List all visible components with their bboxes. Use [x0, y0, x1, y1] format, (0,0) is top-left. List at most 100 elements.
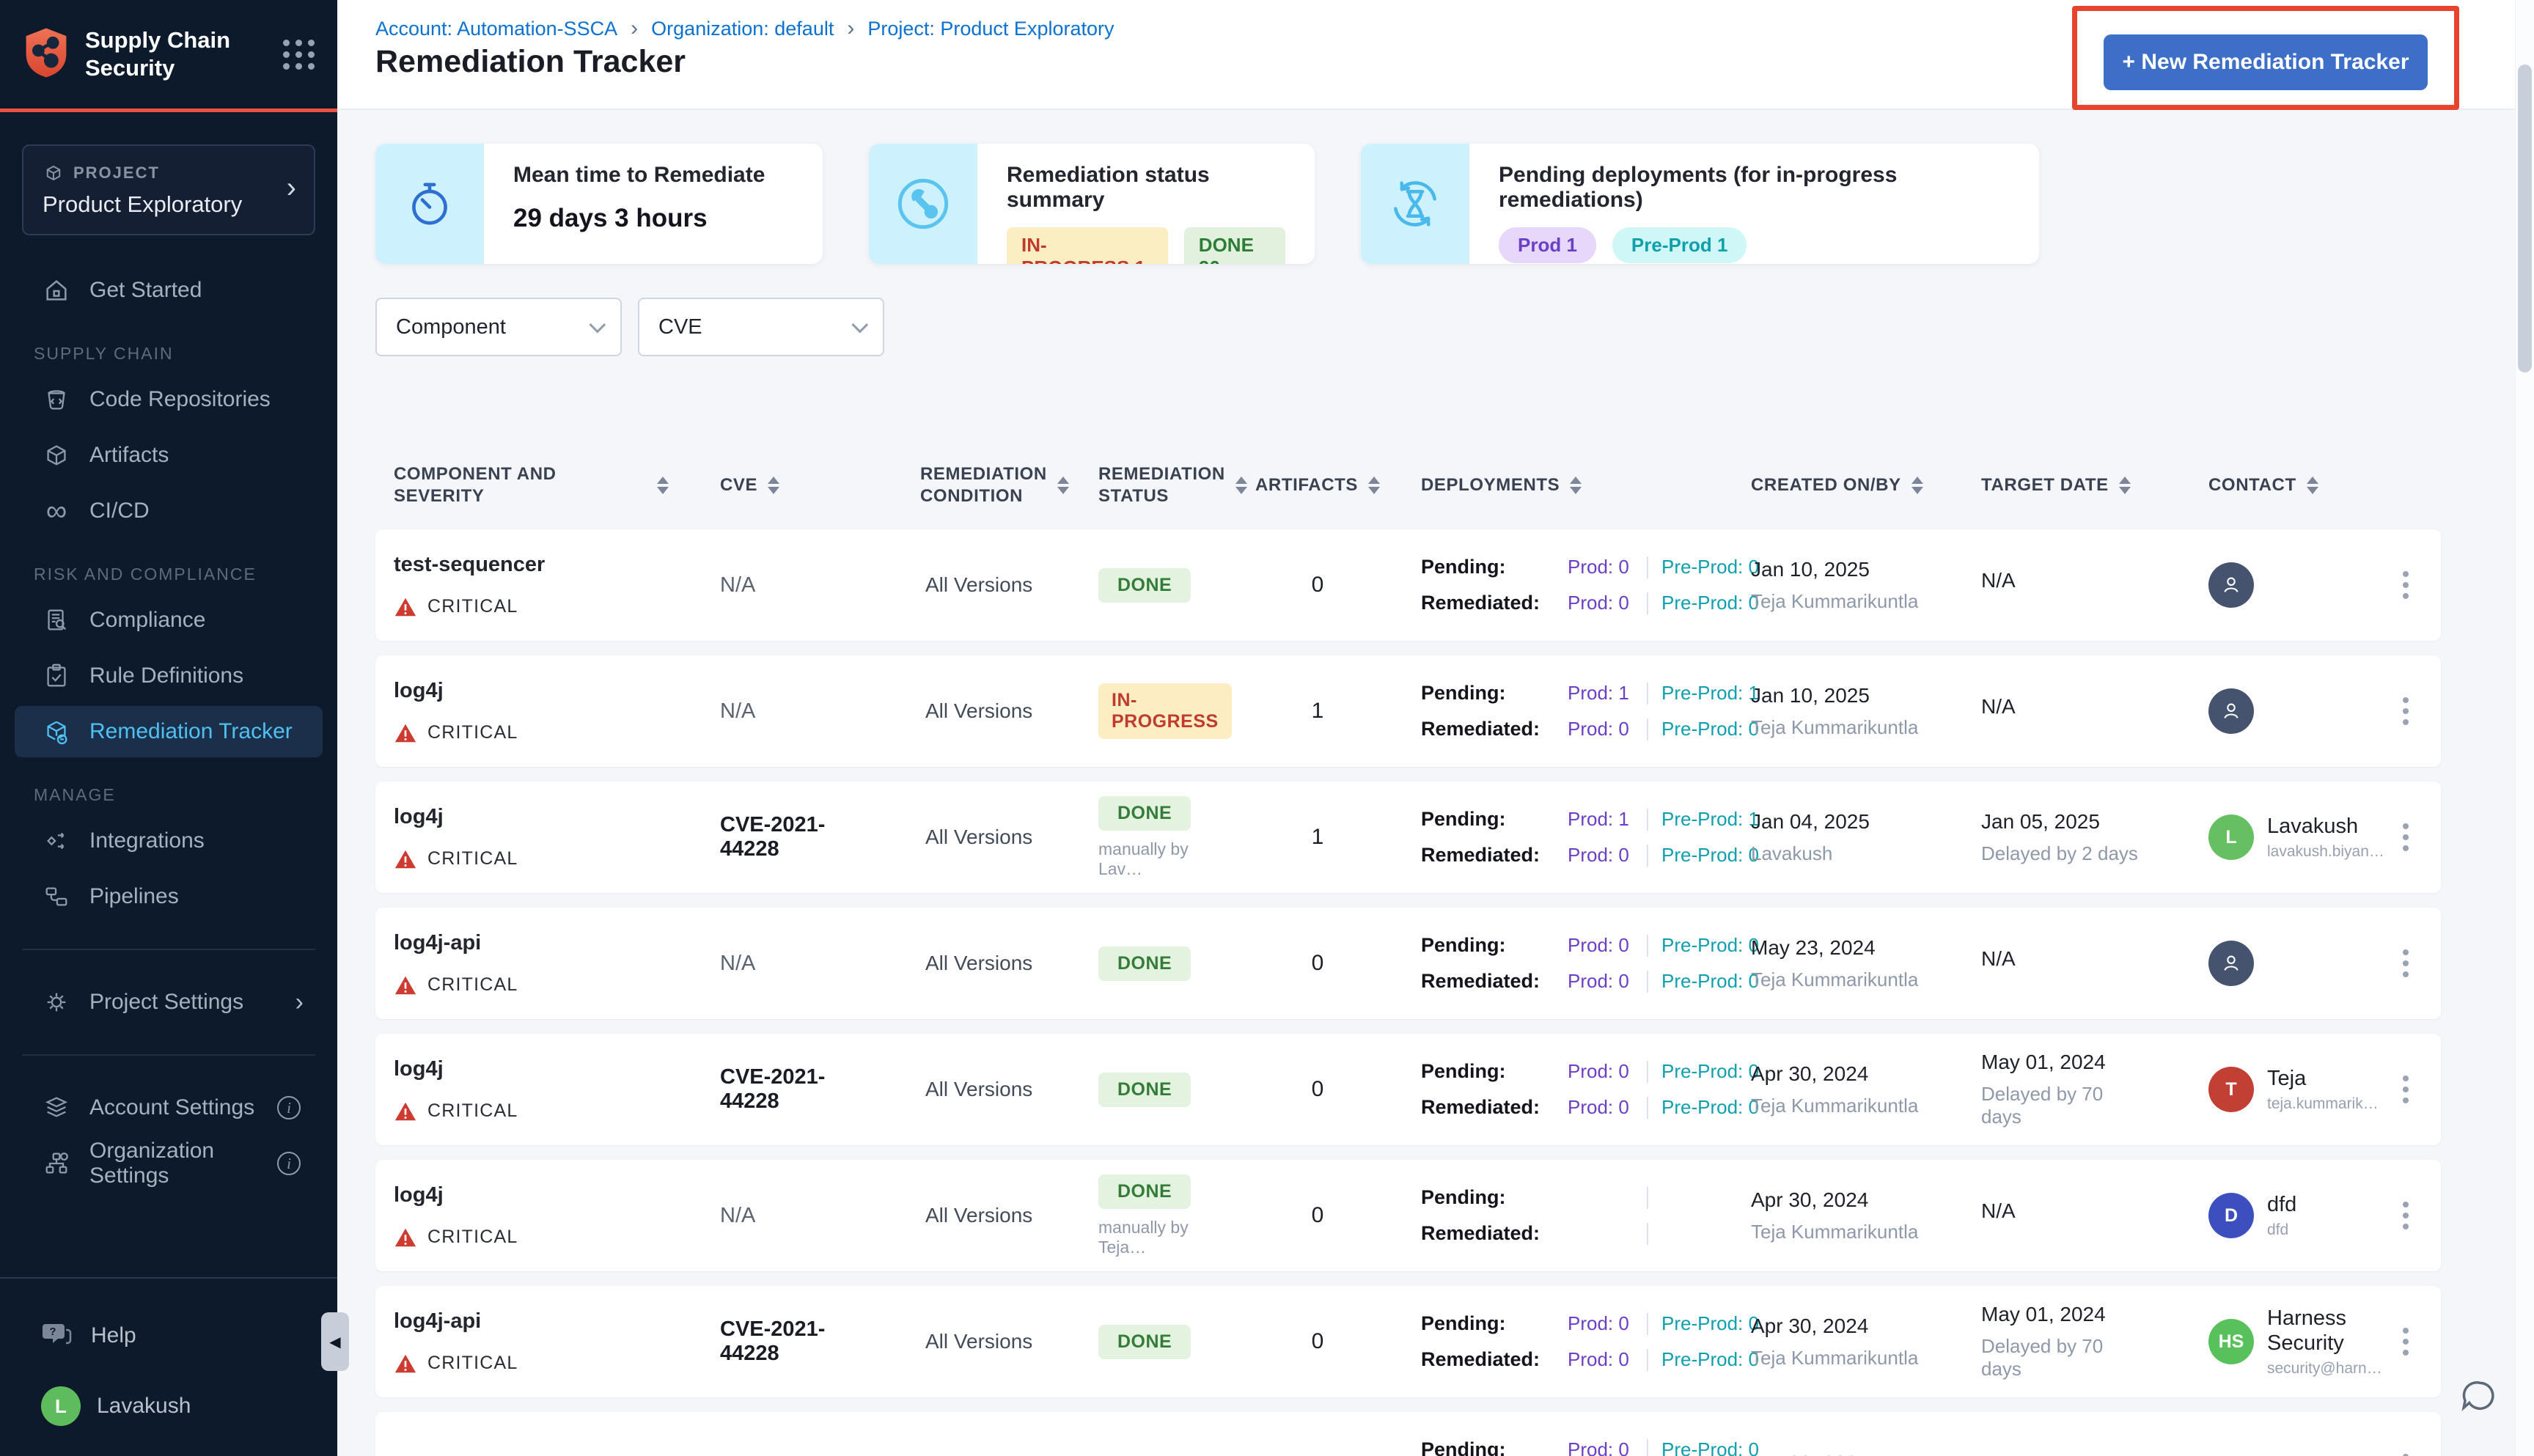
remediated-prod-count[interactable]: Prod: 0: [1568, 1348, 1647, 1371]
preprod-pending-badge[interactable]: Pre-Prod 1: [1612, 227, 1747, 263]
sidebar-item-rule-definitions[interactable]: Rule Definitions: [15, 650, 323, 702]
table-row[interactable]: log4j CRITICAL N/A All Versions DONE man…: [375, 1160, 2441, 1271]
section-manage: MANAGE: [34, 785, 116, 804]
sidebar-item-get-started[interactable]: Get Started: [15, 265, 323, 316]
sidebar-collapse-handle[interactable]: ◀: [321, 1312, 349, 1371]
pending-prod-count[interactable]: Prod: 1: [1568, 808, 1647, 831]
nine-dot-grid-icon[interactable]: [283, 39, 315, 70]
breadcrumb-account[interactable]: Account: Automation-SSCA: [375, 18, 617, 40]
pending-prod-count[interactable]: Prod: 1: [1568, 682, 1647, 705]
sidebar-item-code-repositories[interactable]: Code Repositories: [15, 374, 323, 425]
pending-prod-count[interactable]: Prod: 0: [1568, 1438, 1647, 1456]
remediated-prod-count[interactable]: Prod: 0: [1568, 1096, 1647, 1119]
remediated-label: Remediated:: [1421, 844, 1540, 866]
col-deployments[interactable]: DEPLOYMENTS: [1409, 463, 1710, 507]
breadcrumb-organization[interactable]: Organization: default: [651, 18, 834, 40]
sidebar-item-organization-settings[interactable]: Organization Settings i: [15, 1138, 323, 1189]
kebab-menu-icon[interactable]: [2402, 1202, 2409, 1229]
sidebar-item-project-settings[interactable]: Project Settings ›: [15, 977, 323, 1028]
prod-pending-badge[interactable]: Prod 1: [1499, 227, 1596, 263]
sidebar-item-pipelines[interactable]: Pipelines: [15, 871, 323, 922]
done-count-badge[interactable]: DONE 26: [1183, 227, 1285, 264]
kebab-menu-icon[interactable]: [2402, 949, 2409, 977]
deployments-cell: Pending: Prod: 0 Pre-Prod: 0 Remediated:…: [1421, 556, 1759, 614]
pending-prod-count[interactable]: Prod: 0: [1568, 1312, 1647, 1335]
person-icon: [2208, 562, 2254, 608]
remediated-prod-count[interactable]: Prod: 0: [1568, 718, 1647, 740]
pending-prod-count[interactable]: Prod: 0: [1568, 556, 1647, 578]
cve-value: CVE-2021-44228: [720, 813, 826, 861]
project-selector[interactable]: PROJECT Product Exploratory ›: [22, 144, 315, 235]
status-summary-card: Remediation status summary IN-PROGRESS 1…: [869, 144, 1315, 264]
contact-name[interactable]: dfd: [2267, 1192, 2296, 1217]
divider: [1647, 808, 1648, 831]
target-date: May 01, 2024: [1981, 1051, 2106, 1073]
col-artifacts[interactable]: ARTIFACTS: [1226, 463, 1409, 507]
sidebar-item-artifacts[interactable]: Artifacts: [15, 430, 323, 481]
table-row[interactable]: log4j-api CRITICAL CVE-2021-44228 All Ve…: [375, 1286, 2441, 1397]
sort-icon: [1368, 477, 1381, 494]
col-target[interactable]: TARGET DATE: [1930, 463, 2142, 507]
remediated-prod-count[interactable]: Prod: 0: [1568, 592, 1647, 614]
kebab-menu-icon[interactable]: [2402, 1076, 2409, 1103]
page-scrollbar-thumb[interactable]: [2518, 65, 2532, 372]
chat-bubble-icon[interactable]: [2458, 1376, 2499, 1421]
component-name[interactable]: test-sequencer: [394, 553, 669, 577]
table-row[interactable]: log4j CRITICAL CVE-2021-44228 All Versio…: [375, 1034, 2441, 1145]
target-cell: Jan 05, 2025 Delayed by 2 days: [1930, 810, 2142, 865]
created-cell: Apr 30, 2024 Teja Kummarikuntla: [1710, 1188, 1930, 1243]
component-name[interactable]: log4j-api: [394, 1309, 669, 1334]
sidebar-item-integrations[interactable]: Integrations: [15, 815, 323, 867]
breadcrumb-project[interactable]: Project: Product Exploratory: [867, 18, 1114, 40]
sidebar-item-remediation-tracker[interactable]: Remediation Tracker: [15, 706, 323, 757]
deployments-cell: Pending: Remediated:: [1421, 1186, 1710, 1245]
table-row[interactable]: log4j CRITICAL N/A All Versions IN-PROGR…: [375, 655, 2441, 767]
col-component[interactable]: COMPONENT AND SEVERITY: [375, 463, 669, 507]
page-header: Account: Automation-SSCA › Organization:…: [337, 0, 2534, 110]
col-cve[interactable]: CVE: [669, 463, 856, 507]
kebab-menu-icon[interactable]: [2402, 823, 2409, 851]
remediated-prod-count[interactable]: Prod: 0: [1568, 844, 1647, 867]
col-contact[interactable]: CONTACT: [2142, 463, 2370, 507]
table-row[interactable]: test-sequencer CRITICAL N/A All Versions…: [375, 529, 2441, 641]
pending-prod-count[interactable]: Prod: 0: [1568, 1060, 1647, 1083]
contact-name[interactable]: Lavakush: [2267, 814, 2384, 839]
col-created[interactable]: CREATED ON/BY: [1710, 463, 1930, 507]
table-row[interactable]: log4j CRITICAL CVE-2021-44228 All Versio…: [375, 782, 2441, 893]
kebab-menu-icon[interactable]: [2402, 571, 2409, 599]
table-row[interactable]: xz-libs Pending: Prod:: [375, 1412, 2441, 1456]
kebab-menu-icon[interactable]: [2402, 697, 2409, 725]
remediated-label: Remediated:: [1421, 970, 1540, 992]
component-name[interactable]: log4j: [394, 679, 669, 703]
col-status[interactable]: REMEDIATION STATUS: [1035, 463, 1247, 507]
remediated-prod-count[interactable]: Prod: 0: [1568, 970, 1647, 993]
warning-triangle-icon: [394, 1354, 416, 1372]
table-body: test-sequencer CRITICAL N/A All Versions…: [375, 529, 2441, 1456]
in-progress-count-badge[interactable]: IN-PROGRESS 1: [1007, 227, 1168, 264]
contact-name[interactable]: Teja: [2267, 1066, 2379, 1091]
org-chart-gear-icon: [41, 1148, 72, 1179]
sidebar-item-compliance[interactable]: Compliance: [15, 595, 323, 646]
component-name[interactable]: log4j: [394, 805, 669, 829]
kebab-menu-icon[interactable]: [2402, 1328, 2409, 1356]
target-cell: N/A: [1930, 569, 2142, 601]
component-name[interactable]: log4j-api: [394, 931, 669, 955]
component-filter-select[interactable]: Component: [375, 298, 622, 356]
col-condition[interactable]: REMEDIATION CONDITION: [856, 463, 1069, 507]
pending-prod-count[interactable]: Prod: 0: [1568, 934, 1647, 957]
sidebar-item-help[interactable]: ? Help: [0, 1301, 337, 1371]
card-title: Pending deployments (for in-progress rem…: [1499, 163, 1898, 212]
cve-filter-select[interactable]: CVE: [638, 298, 884, 356]
sort-icon: [1570, 477, 1582, 494]
component-name[interactable]: log4j: [394, 1183, 669, 1207]
page-scrollbar-track[interactable]: [2515, 0, 2534, 1456]
contact-name[interactable]: Harness Security: [2267, 1306, 2382, 1356]
sidebar-item-account-settings[interactable]: Account Settings i: [15, 1082, 323, 1133]
new-remediation-tracker-button[interactable]: + New Remediation Tracker: [2104, 34, 2428, 90]
sidebar-user[interactable]: L Lavakush: [0, 1371, 337, 1441]
table-row[interactable]: log4j-api CRITICAL N/A All Versions DONE…: [375, 908, 2441, 1019]
box-wrench-icon: [41, 716, 72, 747]
sidebar-item-cicd[interactable]: ∞ CI/CD: [15, 485, 323, 537]
logo-row: Supply Chain Security: [0, 0, 337, 104]
component-name[interactable]: log4j: [394, 1057, 669, 1081]
